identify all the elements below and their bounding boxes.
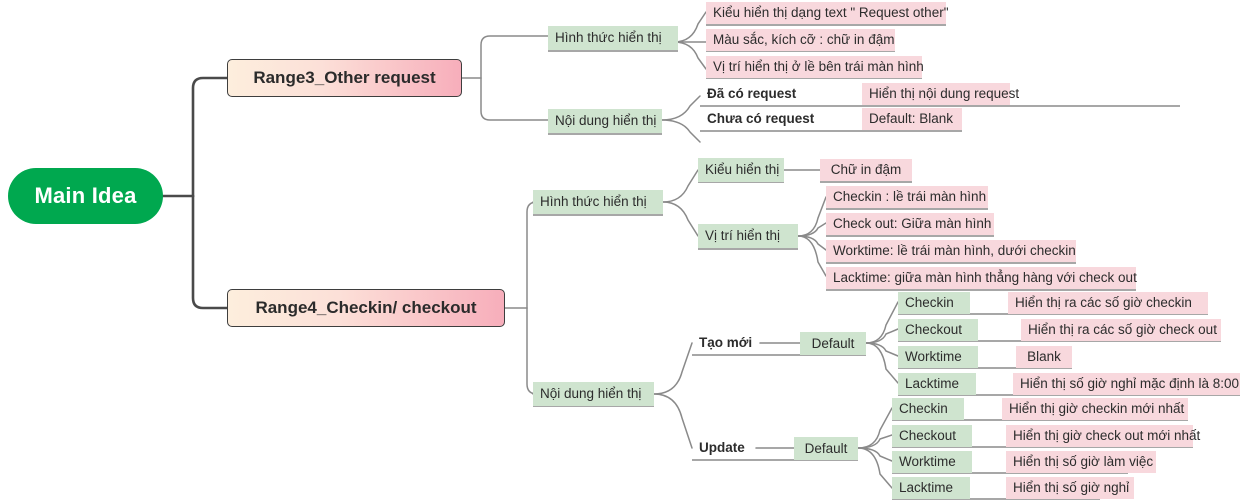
value-update-checkout[interactable]: Hiển thị giờ check out mới nhất <box>1006 425 1200 447</box>
leaf-range4-chu-in-dam[interactable]: Chữ in đậm <box>820 159 912 181</box>
mindmap-canvas: Main Idea Range3_Other request Range4_Ch… <box>0 0 1240 500</box>
leaf-range4-pos-worktime[interactable]: Worktime: lề trái màn hình, dưới checkin <box>826 240 1076 262</box>
value-label: Default: Blank <box>869 111 954 127</box>
leaf-label: Worktime: lề trái màn hình, dưới checkin <box>833 243 1076 259</box>
value-label: Hiển thị nội dung request <box>869 86 1020 102</box>
subtopic-range4-kieu-hien-thi[interactable]: Kiểu hiển thị <box>698 158 784 182</box>
mode-label: Default <box>811 335 855 351</box>
key-label: Đã có request <box>707 86 797 102</box>
key-update-worktime[interactable]: Worktime <box>892 451 972 473</box>
value-label: Hiển thị ra các số giờ checkin <box>1015 295 1192 311</box>
value-label: Hiển thị số giờ làm việc <box>1013 454 1154 470</box>
topic-range3-hinh-thuc[interactable]: Hình thức hiển thị <box>548 26 678 50</box>
value-taomoi-worktime[interactable]: Blank <box>1016 346 1072 368</box>
branch-node-range3[interactable]: Range3_Other request <box>227 59 462 97</box>
topic-range3-noi-dung[interactable]: Nội dung hiển thị <box>548 109 662 133</box>
key-label: Worktime <box>899 454 956 470</box>
branch-label-range3: Range3_Other request <box>253 68 436 87</box>
value-label: Hiển thị ra các số giờ check out <box>1028 322 1217 338</box>
key-label: Lacktime <box>899 480 954 496</box>
value-label: Hiển thị số giờ nghỉ mặc định là 8:00 <box>1020 376 1239 392</box>
leaf-label: Kiểu hiển thị dạng text " Request other" <box>713 5 949 21</box>
key-update-checkin[interactable]: Checkin <box>892 398 964 420</box>
value-label: Hiển thị giờ check out mới nhất <box>1013 428 1201 444</box>
topic-label: Nội dung hiển thị <box>540 386 642 402</box>
group-label-tao-moi[interactable]: Tạo mới <box>692 332 760 354</box>
root-label: Main Idea <box>34 183 137 208</box>
value-label: Hiển thị số giờ nghỉ <box>1013 480 1130 496</box>
topic-label: Hình thức hiển thị <box>555 30 662 46</box>
value-label: Blank <box>1027 349 1061 365</box>
key-taomoi-checkout[interactable]: Checkout <box>898 319 978 341</box>
value-range3-chua-co-request[interactable]: Default: Blank <box>862 108 962 130</box>
branch-label-range4: Range4_Checkin/ checkout <box>255 298 477 317</box>
key-label: Checkout <box>905 322 963 338</box>
key-label: Checkout <box>899 428 957 444</box>
leaf-label: Vị trí hiển thị ở lề bên trái màn hình <box>713 59 924 75</box>
value-update-worktime[interactable]: Hiển thị số giờ làm việc <box>1006 451 1156 473</box>
subtopic-range4-vi-tri-hien-thi[interactable]: Vị trí hiển thị <box>698 224 798 248</box>
key-label: Worktime <box>905 349 962 365</box>
key-label: Checkin <box>905 295 954 311</box>
root-node-main-idea[interactable]: Main Idea <box>8 168 163 224</box>
value-taomoi-checkout[interactable]: Hiển thị ra các số giờ check out <box>1021 319 1221 341</box>
leaf-range3-color-size[interactable]: Màu sắc, kích cỡ : chữ in đậm <box>706 29 895 51</box>
topic-range4-noi-dung[interactable]: Nội dung hiển thị <box>533 382 654 406</box>
value-label: Hiển thị giờ checkin mới nhất <box>1009 401 1185 417</box>
value-range3-da-co-request[interactable]: Hiển thị nội dung request <box>862 83 1019 105</box>
leaf-range3-position[interactable]: Vị trí hiển thị ở lề bên trái màn hình <box>706 56 924 78</box>
value-update-checkin[interactable]: Hiển thị giờ checkin mới nhất <box>1002 398 1188 420</box>
value-taomoi-lacktime[interactable]: Hiển thị số giờ nghỉ mặc định là 8:00 <box>1013 373 1240 395</box>
group-label: Tạo mới <box>699 335 753 351</box>
leaf-label: Màu sắc, kích cỡ : chữ in đậm <box>713 32 895 48</box>
mode-chip-update-default[interactable]: Default <box>794 437 858 460</box>
leaf-range3-display-text[interactable]: Kiểu hiển thị dạng text " Request other" <box>706 2 949 24</box>
key-taomoi-lacktime[interactable]: Lacktime <box>898 373 976 395</box>
key-taomoi-checkin[interactable]: Checkin <box>898 292 970 314</box>
key-label: Lacktime <box>905 376 960 392</box>
leaf-label: Lacktime: giữa màn hình thẳng hàng với c… <box>833 270 1137 286</box>
group-label-update[interactable]: Update <box>692 437 756 459</box>
topic-label: Hình thức hiển thị <box>540 194 647 210</box>
subtopic-label: Kiểu hiển thị <box>705 162 780 178</box>
mode-chip-tao-moi-default[interactable]: Default <box>800 332 866 355</box>
leaf-label: Check out: Giữa màn hình <box>833 216 992 232</box>
subtopic-label: Vị trí hiển thị <box>705 228 781 244</box>
topic-label: Nội dung hiển thị <box>555 113 657 129</box>
branch-node-range4[interactable]: Range4_Checkin/ checkout <box>227 289 505 327</box>
leaf-range4-pos-lacktime[interactable]: Lacktime: giữa màn hình thẳng hàng với c… <box>826 267 1137 289</box>
leaf-range4-pos-checkin[interactable]: Checkin : lề trái màn hình <box>826 186 988 208</box>
mode-label: Default <box>804 440 848 456</box>
key-update-checkout[interactable]: Checkout <box>892 425 972 447</box>
group-label: Update <box>699 440 745 456</box>
leaf-range4-pos-checkout[interactable]: Check out: Giữa màn hình <box>826 213 994 235</box>
key-taomoi-worktime[interactable]: Worktime <box>898 346 978 368</box>
value-update-lacktime[interactable]: Hiển thị số giờ nghỉ <box>1006 477 1134 499</box>
key-range3-da-co-request[interactable]: Đã có request <box>700 83 822 105</box>
leaf-label: Chữ in đậm <box>830 162 902 178</box>
leaf-label: Checkin : lề trái màn hình <box>833 189 987 205</box>
key-range3-chua-co-request[interactable]: Chưa có request <box>700 108 830 130</box>
key-label: Chưa có request <box>707 111 815 127</box>
key-label: Checkin <box>899 401 948 417</box>
value-taomoi-checkin[interactable]: Hiển thị ra các số giờ checkin <box>1008 292 1208 314</box>
topic-range4-hinh-thuc[interactable]: Hình thức hiển thị <box>533 190 663 214</box>
key-update-lacktime[interactable]: Lacktime <box>892 477 970 499</box>
